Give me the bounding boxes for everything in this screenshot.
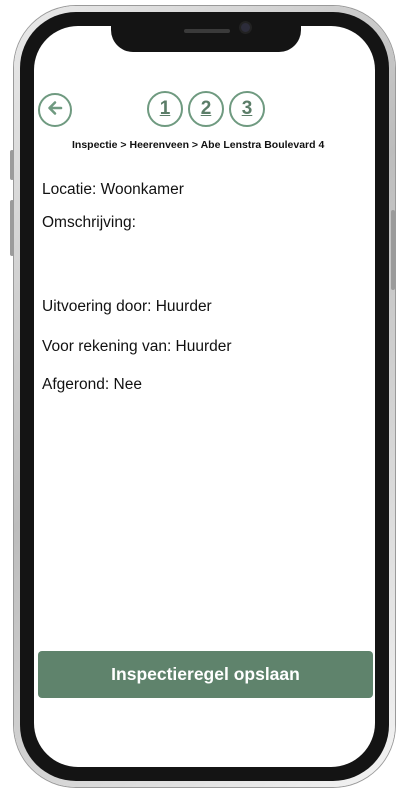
save-inspection-rule-button[interactable]: Inspectieregel opslaan <box>38 651 373 698</box>
breadcrumb: Inspectie > Heerenveen > Abe Lenstra Bou… <box>72 139 325 151</box>
arrow-left-icon <box>45 98 65 123</box>
afgerond-field: Afgerond: Nee <box>42 376 142 393</box>
rekening-field: Voor rekening van: Huurder <box>42 338 232 355</box>
step-3-button[interactable]: 3 <box>229 91 265 127</box>
front-camera <box>241 23 250 32</box>
volume-down-button <box>10 200 14 256</box>
locatie-field: Locatie: Woonkamer <box>42 181 184 198</box>
step-3-label: 3 <box>241 98 253 119</box>
back-button[interactable] <box>38 93 72 127</box>
save-button-label: Inspectieregel opslaan <box>111 664 300 684</box>
omschrijving-field: Omschrijving: <box>42 214 136 231</box>
step-1-button[interactable]: 1 <box>147 91 183 127</box>
step-1-label: 1 <box>159 98 171 119</box>
step-2-button[interactable]: 2 <box>188 91 224 127</box>
speaker-grille <box>184 29 230 33</box>
volume-up-button <box>10 150 14 180</box>
power-button <box>391 210 395 290</box>
step-2-label: 2 <box>200 98 212 119</box>
uitvoering-field: Uitvoering door: Huurder <box>42 298 212 315</box>
